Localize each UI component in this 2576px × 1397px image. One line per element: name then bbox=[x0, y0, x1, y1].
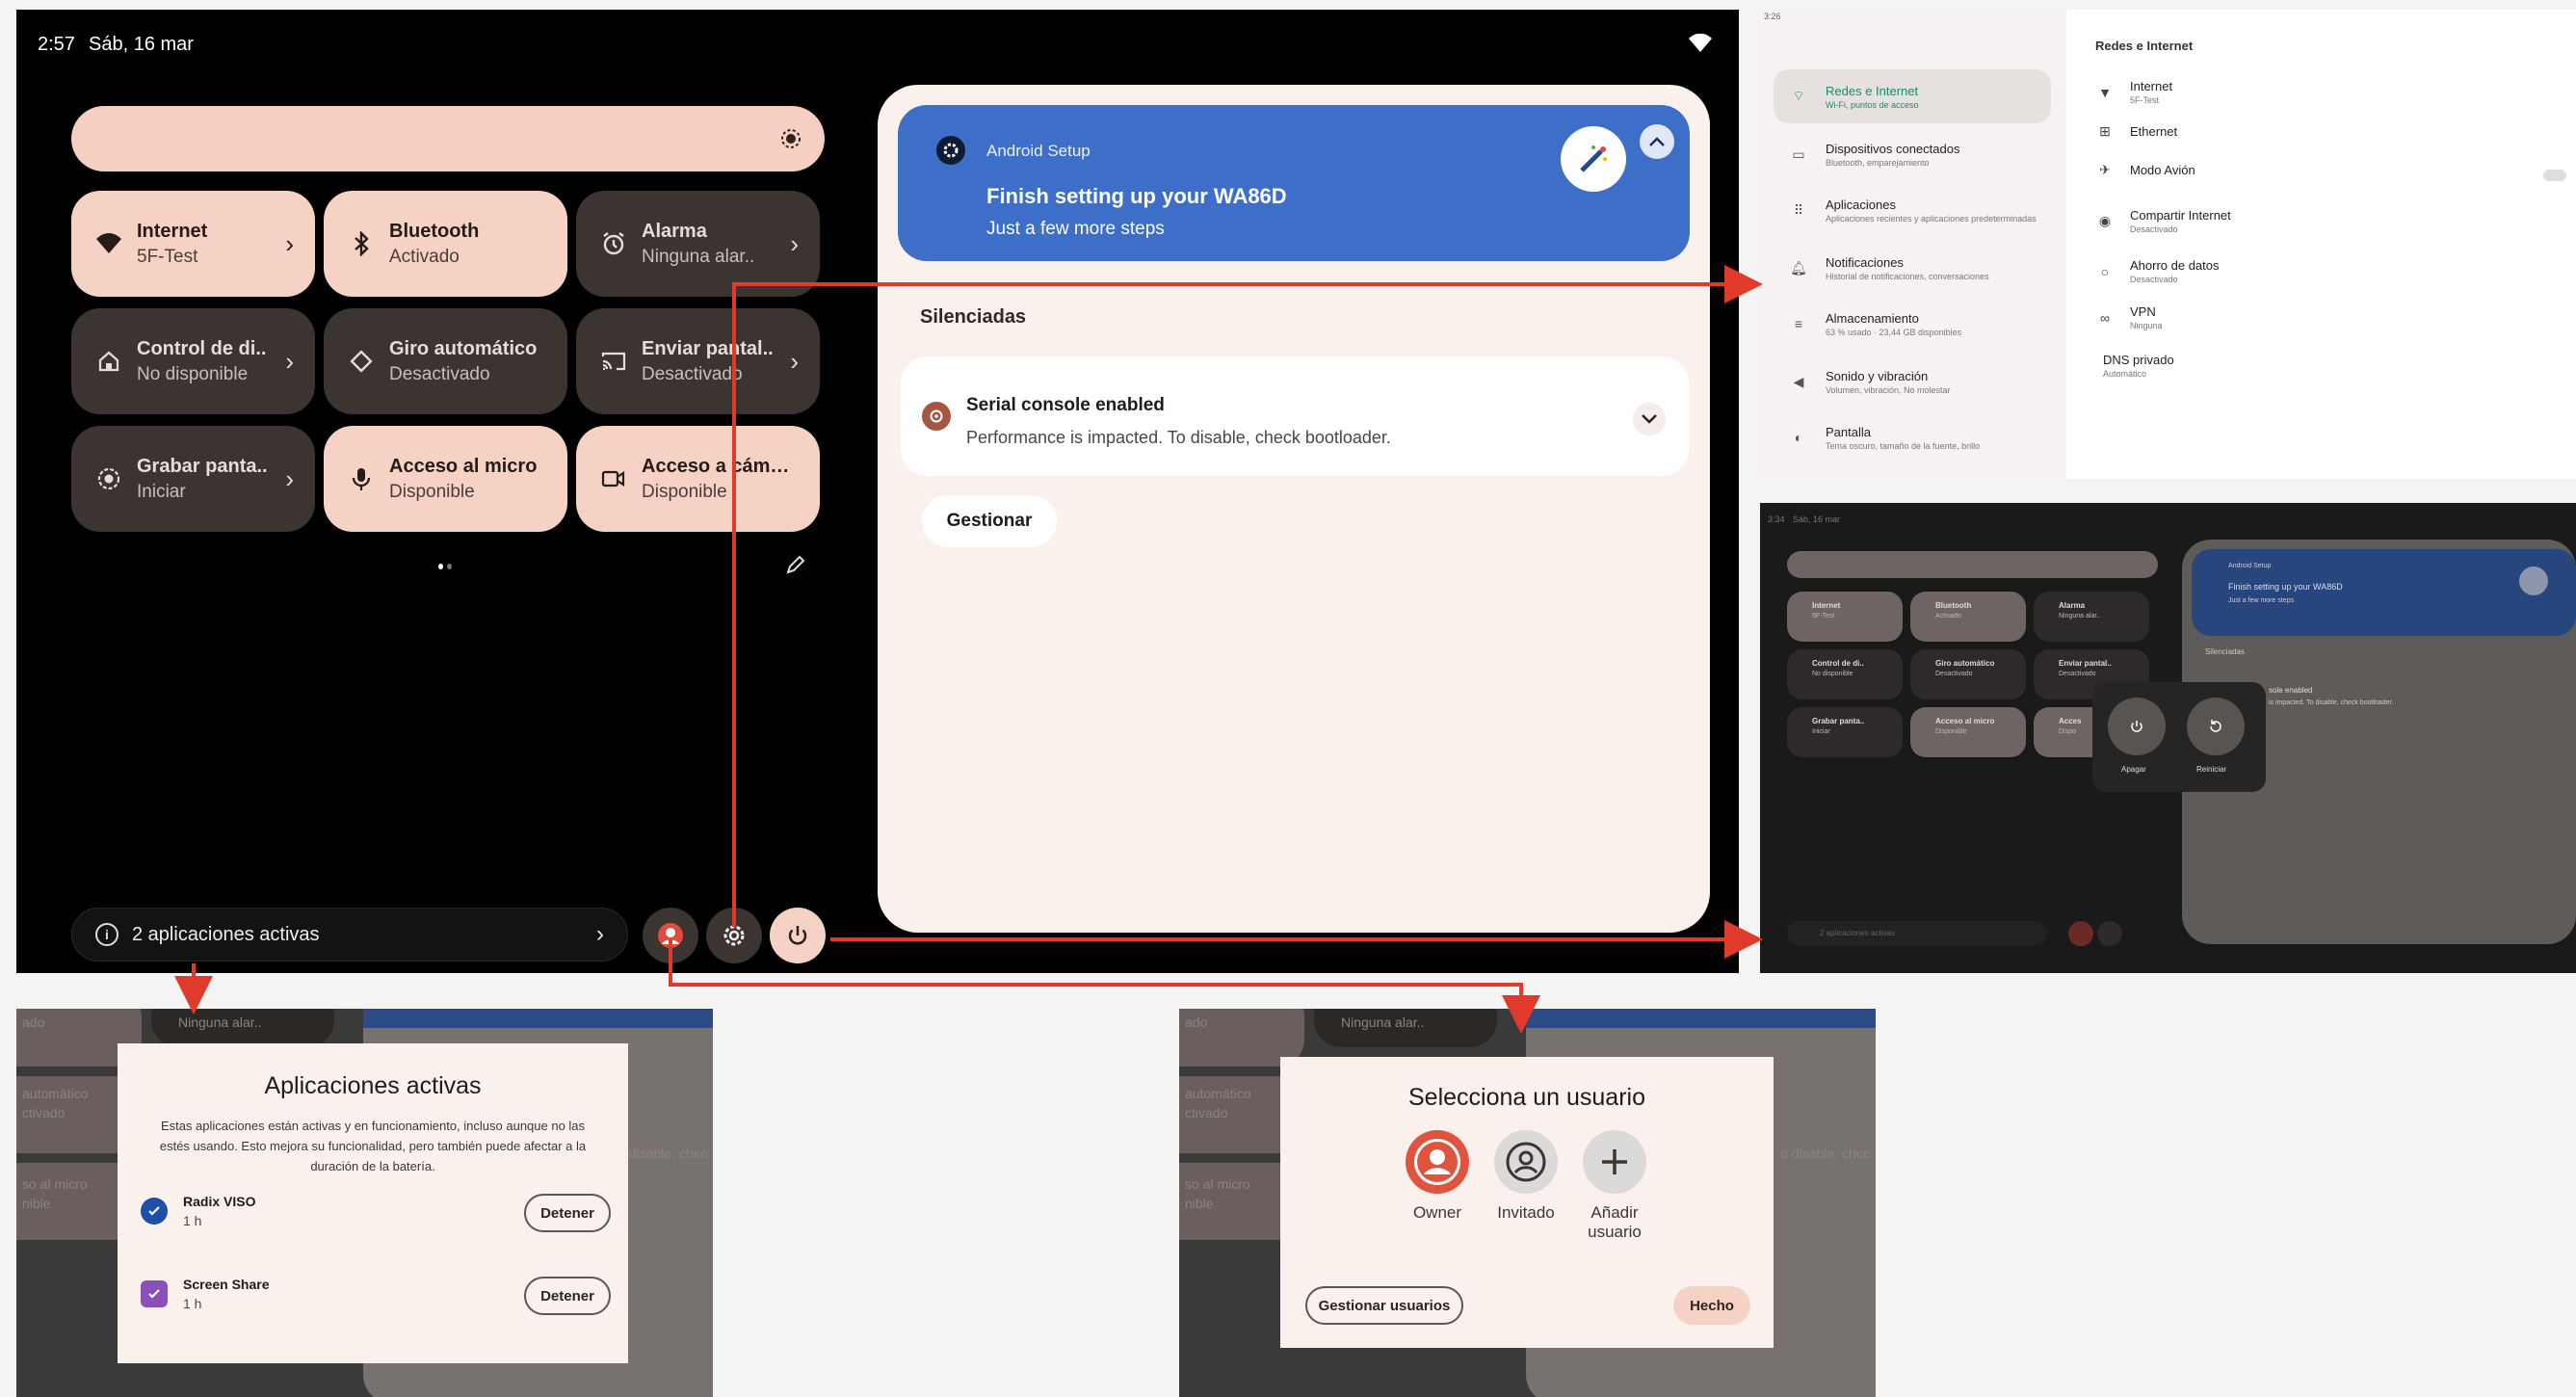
arrow-user bbox=[669, 939, 1540, 1034]
arrow-settings bbox=[732, 265, 1763, 927]
flow-arrows bbox=[174, 265, 1763, 1034]
